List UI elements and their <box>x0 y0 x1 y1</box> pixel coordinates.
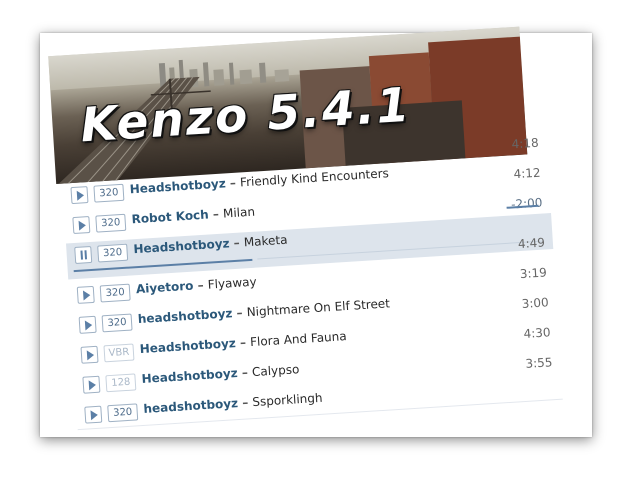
play-icon <box>90 409 99 421</box>
track-artist[interactable]: Aiyetoro <box>136 279 194 297</box>
play-icon <box>86 349 95 361</box>
bitrate-badge: VBR <box>103 343 135 363</box>
artist-title-separator: – <box>239 335 247 350</box>
artist-title-separator: – <box>233 235 241 250</box>
track-duration: 4:30 <box>523 325 551 341</box>
artist-title-separator: – <box>212 206 220 222</box>
track-artist[interactable]: headshotboyz <box>137 306 232 326</box>
track-title[interactable]: Maketa <box>243 233 287 250</box>
track-title[interactable]: Flora And Fauna <box>250 329 347 349</box>
track-title[interactable]: Flyaway <box>207 275 257 292</box>
bitrate-badge: 320 <box>99 283 131 303</box>
bitrate-badge: 320 <box>95 213 127 233</box>
artist-title-separator: – <box>236 305 243 320</box>
track-duration: 4:18 <box>511 135 540 152</box>
track-artist[interactable]: headshotboyz <box>143 396 238 416</box>
track-artist[interactable]: Headshotboyz <box>139 336 236 356</box>
artist-title-separator: – <box>241 365 249 380</box>
track-info: Headshotboyz – Calypso <box>141 362 300 386</box>
track-info: Aiyetoro – Flyaway <box>136 275 257 297</box>
play-button[interactable] <box>80 345 99 364</box>
artist-title-separator: – <box>241 395 249 410</box>
track-info: Headshotboyz – Maketa <box>133 233 288 257</box>
track-remaining-time: -2:00 <box>510 195 543 212</box>
track-duration: 4:12 <box>513 165 541 182</box>
play-icon <box>76 190 85 201</box>
track-title[interactable]: Calypso <box>252 362 300 379</box>
track-duration: 3:55 <box>525 355 553 371</box>
pause-icon <box>79 250 88 260</box>
bitrate-badge: 320 <box>101 313 133 333</box>
track-artist[interactable]: Headshotboyz <box>133 236 230 256</box>
track-duration: 3:19 <box>519 265 548 282</box>
bitrate-badge: 320 <box>107 403 139 423</box>
track-title[interactable]: Milan <box>223 205 256 221</box>
bitrate-badge: 128 <box>105 373 137 393</box>
play-button[interactable] <box>82 375 101 394</box>
play-button[interactable] <box>72 216 91 235</box>
track-info: headshotboyz – Ssporklingh <box>143 391 323 416</box>
track-artist[interactable]: Robot Koch <box>131 208 209 227</box>
playlist-panel: Kenzo 5.4.1 4:18 320 Headshotboyz – Frie… <box>0 0 626 491</box>
bitrate-badge: 320 <box>97 243 129 263</box>
track-title[interactable]: Ssporklingh <box>252 391 323 409</box>
pause-button[interactable] <box>74 245 93 264</box>
play-button[interactable] <box>78 315 97 334</box>
track-duration: 4:49 <box>517 235 546 252</box>
track-list: 4:18 320 Headshotboyz – Friendly Kind En… <box>62 136 563 433</box>
artist-title-separator: – <box>197 277 205 293</box>
play-button[interactable] <box>70 186 89 205</box>
track-artist[interactable]: Headshotboyz <box>129 176 226 196</box>
play-icon <box>78 220 87 231</box>
track-info: Robot Koch – Milan <box>131 205 255 227</box>
track-duration: 3:00 <box>521 295 550 312</box>
play-button[interactable] <box>76 285 95 304</box>
play-icon <box>82 290 91 301</box>
play-icon <box>88 379 97 391</box>
bitrate-badge: 320 <box>93 183 125 203</box>
play-icon <box>84 320 93 331</box>
artist-title-separator: – <box>229 175 237 191</box>
track-artist[interactable]: Headshotboyz <box>141 366 238 386</box>
track-title[interactable]: Nightmare On Elf Street <box>246 296 390 319</box>
play-button[interactable] <box>84 405 103 424</box>
